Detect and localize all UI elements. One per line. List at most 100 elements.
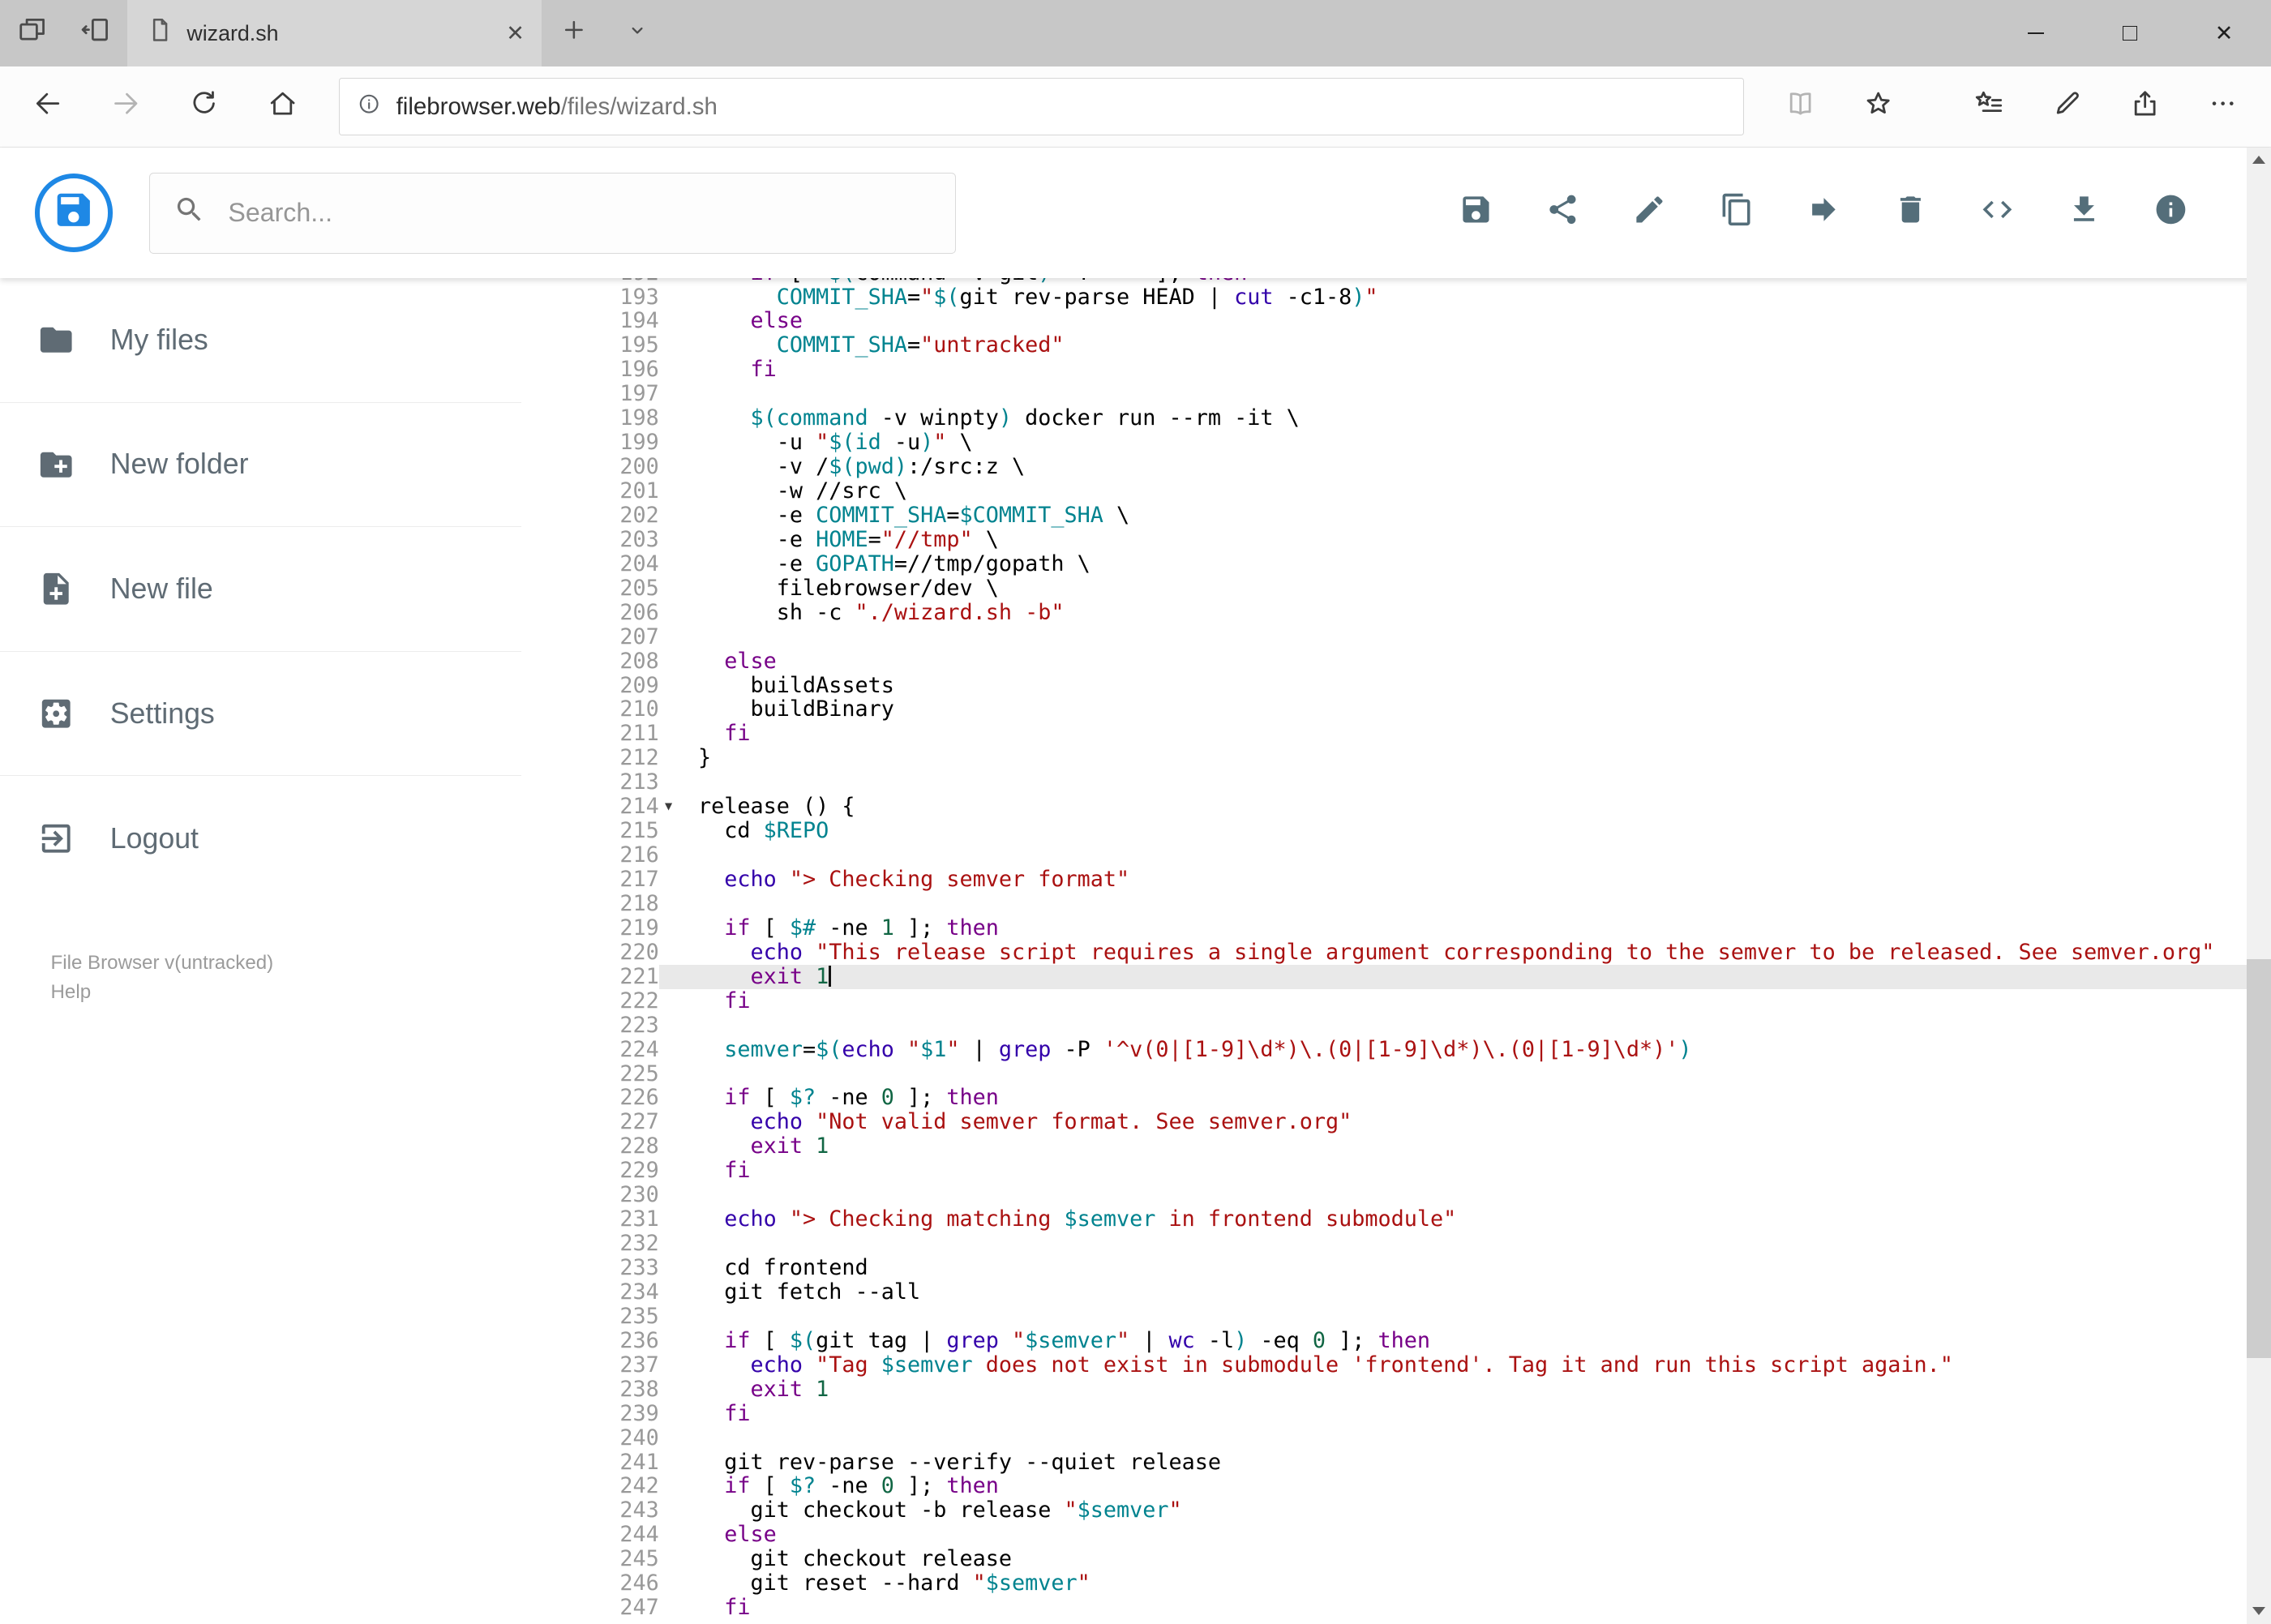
code-line-202[interactable]: 202 -e COMMIT_SHA=$COMMIT_SHA \ <box>580 503 2247 528</box>
move-button[interactable] <box>1806 195 1841 230</box>
code-line-231[interactable]: 231 echo "> Checking matching $semver in… <box>580 1206 2247 1232</box>
code-line-213[interactable]: 213 <box>580 770 2247 795</box>
scrollbar-thumb[interactable] <box>2246 959 2271 1358</box>
site-info-icon[interactable] <box>357 92 381 122</box>
code-line-208[interactable]: 208 else <box>580 649 2247 674</box>
code-line-241[interactable]: 241 git rev-parse --verify --quiet relea… <box>580 1450 2247 1475</box>
code-line-234[interactable]: 234 git fetch --all <box>580 1279 2247 1305</box>
code-line-237[interactable]: 237 echo "Tag $semver does not exist in … <box>580 1352 2247 1378</box>
minimize-button[interactable] <box>1989 0 2083 66</box>
page-scrollbar[interactable] <box>2246 148 2271 1624</box>
refresh-button[interactable] <box>165 72 243 142</box>
code-line-217[interactable]: 217 echo "> Checking semver format" <box>580 867 2247 892</box>
scroll-down-button[interactable] <box>2247 1599 2271 1623</box>
code-line-201[interactable]: 201 -w //src \ <box>580 478 2247 503</box>
code-line-199[interactable]: 199 -u "$(id -u)" \ <box>580 430 2247 455</box>
code-line-219[interactable]: 219 if [ $# -ne 1 ]; then <box>580 915 2247 941</box>
filebrowser-logo[interactable] <box>34 174 114 252</box>
address-bar[interactable]: filebrowser.web/files/wizard.sh <box>338 77 1744 136</box>
code-line-212[interactable]: 212} <box>580 746 2247 771</box>
code-line-222[interactable]: 222 fi <box>580 988 2247 1013</box>
code-line-207[interactable]: 207 <box>580 624 2247 649</box>
code-line-194[interactable]: 194 else <box>580 309 2247 334</box>
code-line-221[interactable]: 221 exit 1 <box>580 964 2247 989</box>
browser-menu-button[interactable] <box>2184 72 2262 142</box>
code-line-242[interactable]: 242 if [ $? -ne 0 ]; then <box>580 1474 2247 1499</box>
scroll-up-button[interactable] <box>2247 148 2271 172</box>
code-line-195[interactable]: 195 COMMIT_SHA="untracked" <box>580 333 2247 358</box>
sidebar-item-logout[interactable]: Logout <box>0 776 521 901</box>
code-line-232[interactable]: 232 <box>580 1232 2247 1256</box>
code-line-215[interactable]: 215 cd $REPO <box>580 818 2247 843</box>
code-line-228[interactable]: 228 exit 1 <box>580 1134 2247 1159</box>
code-line-243[interactable]: 243 git checkout -b release "$semver" <box>580 1498 2247 1523</box>
code-line-193[interactable]: 193 COMMIT_SHA="$(git rev-parse HEAD | c… <box>580 285 2247 310</box>
code-line-235[interactable]: 235 <box>580 1305 2247 1329</box>
rename-button[interactable] <box>1632 195 1667 230</box>
code-line-246[interactable]: 246 git reset --hard "$semver" <box>580 1570 2247 1596</box>
forward-button[interactable] <box>87 72 165 142</box>
code-line-229[interactable]: 229 fi <box>580 1158 2247 1183</box>
code-line-225[interactable]: 225 <box>580 1061 2247 1086</box>
code-line-223[interactable]: 223 <box>580 1013 2247 1038</box>
code-line-226[interactable]: 226 if [ $? -ne 0 ]; then <box>580 1086 2247 1111</box>
code-line-247[interactable]: 247 fi <box>580 1595 2247 1620</box>
fold-marker-icon[interactable]: ▼ <box>659 795 698 819</box>
new-tab-button[interactable] <box>542 0 606 66</box>
code-line-196[interactable]: 196 fi <box>580 358 2247 383</box>
code-line-220[interactable]: 220 echo "This release script requires a… <box>580 940 2247 965</box>
code-line-236[interactable]: 236 if [ $(git tag | grep "$semver" | wc… <box>580 1328 2247 1353</box>
code-line-209[interactable]: 209 buildAssets <box>580 673 2247 698</box>
share-page-button[interactable] <box>2106 72 2183 142</box>
reading-view-button[interactable] <box>1761 72 1839 142</box>
code-line-203[interactable]: 203 -e HOME="//tmp" \ <box>580 527 2247 552</box>
code-editor[interactable]: 192 if [ "$(command -v git)" != "" ]; th… <box>579 277 2247 1624</box>
code-line-198[interactable]: 198 $(command -v winpty) docker run --rm… <box>580 405 2247 431</box>
code-line-197[interactable]: 197 <box>580 382 2247 406</box>
sidebar-item-new-folder[interactable]: New folder <box>0 403 522 528</box>
save-button[interactable] <box>1459 195 1493 230</box>
back-button[interactable] <box>9 72 87 142</box>
set-tabs-aside-button[interactable] <box>64 0 128 66</box>
code-line-206[interactable]: 206 sh -c "./wizard.sh -b" <box>580 600 2247 625</box>
code-line-244[interactable]: 244 else <box>580 1523 2247 1548</box>
delete-button[interactable] <box>1893 195 1928 230</box>
code-line-216[interactable]: 216 <box>580 843 2247 868</box>
tabs-preview-button[interactable] <box>0 0 64 66</box>
search-input[interactable] <box>225 196 932 229</box>
code-line-211[interactable]: 211 fi <box>580 722 2247 747</box>
tab-preview-toggle[interactable] <box>606 0 670 66</box>
web-note-button[interactable] <box>2028 72 2106 142</box>
tab-close-button[interactable]: ✕ <box>506 22 524 45</box>
code-line-214[interactable]: 214 ▼ release () { <box>580 794 2247 819</box>
tab-wizard-sh[interactable]: wizard.sh ✕ <box>127 0 542 67</box>
sidebar-item-new-file[interactable]: New file <box>0 527 522 652</box>
sidebar-item-settings[interactable]: Settings <box>0 652 522 777</box>
code-line-205[interactable]: 205 filebrowser/dev \ <box>580 576 2247 601</box>
code-line-233[interactable]: 233 cd frontend <box>580 1255 2247 1280</box>
code-line-218[interactable]: 218 <box>580 892 2247 916</box>
code-line-224[interactable]: 224 semver=$(echo "$1" | grep -P '^v(0|[… <box>580 1037 2247 1062</box>
code-line-227[interactable]: 227 echo "Not valid semver format. See s… <box>580 1110 2247 1135</box>
code-line-238[interactable]: 238 exit 1 <box>580 1377 2247 1402</box>
search-box[interactable] <box>148 172 956 254</box>
code-line-204[interactable]: 204 -e GOPATH=//tmp/gopath \ <box>580 551 2247 576</box>
sidebar-item-my-files[interactable]: My files <box>0 278 522 403</box>
info-button[interactable] <box>2153 195 2188 230</box>
hub-favorites-button[interactable] <box>1950 72 2028 142</box>
help-link[interactable]: Help <box>51 978 274 1007</box>
code-line-200[interactable]: 200 -v /$(pwd):/src:z \ <box>580 454 2247 479</box>
maximize-button[interactable] <box>2083 0 2177 66</box>
code-line-245[interactable]: 245 git checkout release <box>580 1546 2247 1571</box>
copy-button[interactable] <box>1720 193 1755 230</box>
code-line-210[interactable]: 210 buildBinary <box>580 697 2247 722</box>
source-code-button[interactable] <box>1980 195 2015 230</box>
code-line-230[interactable]: 230 <box>580 1183 2247 1207</box>
home-button[interactable] <box>243 72 321 142</box>
close-window-button[interactable]: ✕ <box>2177 0 2271 66</box>
code-line-240[interactable]: 240 <box>580 1425 2247 1450</box>
share-button[interactable] <box>1545 195 1580 230</box>
favorite-star-button[interactable] <box>1840 72 1917 142</box>
download-button[interactable] <box>2067 195 2102 230</box>
code-line-239[interactable]: 239 fi <box>580 1401 2247 1426</box>
